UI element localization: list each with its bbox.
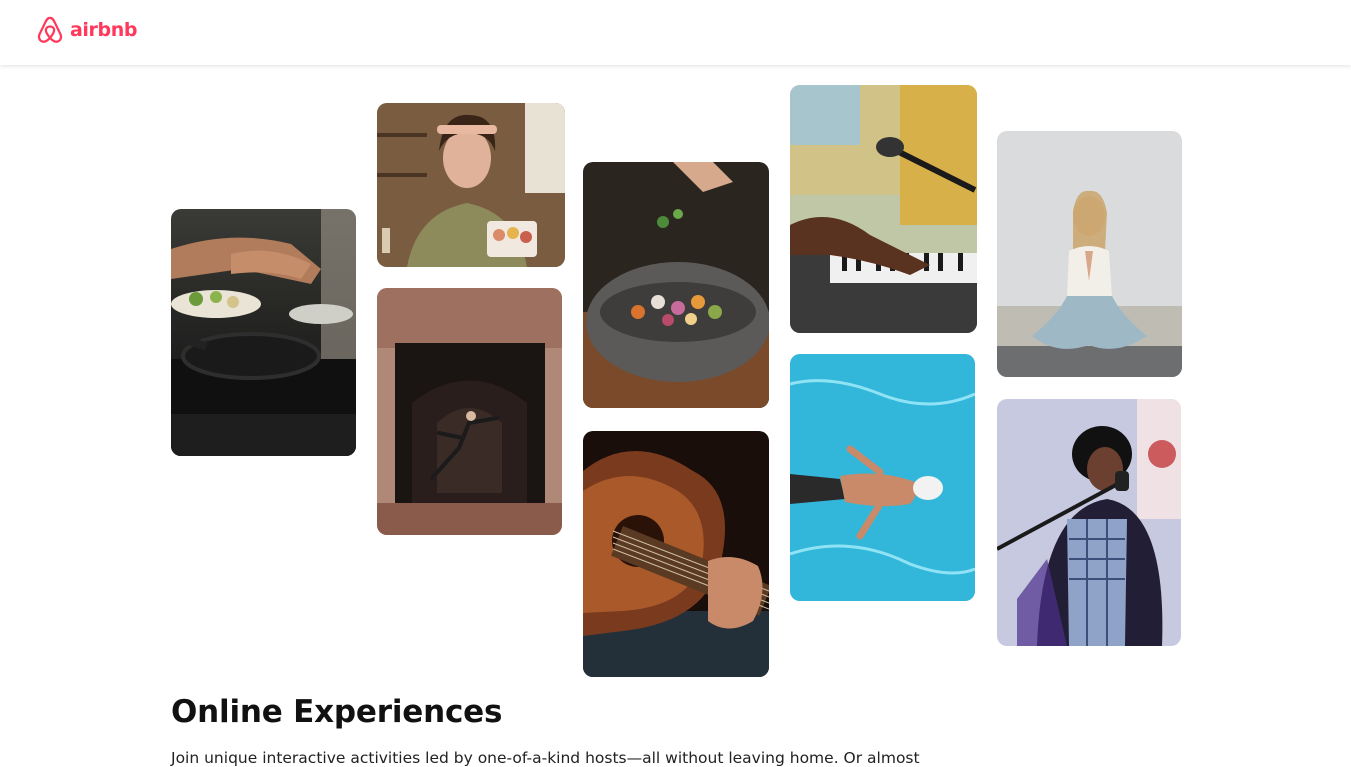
dancer-archway-photo[interactable] [377, 288, 562, 535]
airbnb-belo-icon [37, 16, 63, 43]
singer-photo[interactable] [997, 399, 1181, 646]
guitar-photo[interactable] [583, 431, 769, 677]
keyboard-microphone-photo[interactable] [790, 85, 977, 333]
yoga-photo[interactable] [997, 131, 1182, 377]
swimmer-photo[interactable] [790, 354, 975, 601]
page-subtitle: Join unique interactive activities led b… [171, 749, 920, 767]
food-bowl-photo[interactable] [583, 162, 769, 408]
brand-wordmark: airbnb [70, 19, 138, 41]
airbnb-logo[interactable]: airbnb [35, 14, 137, 46]
baking-host-photo[interactable] [377, 103, 565, 267]
cooking-class-photo[interactable] [171, 209, 356, 456]
top-navbar: airbnb [0, 0, 1351, 65]
page-title: Online Experiences [171, 694, 503, 730]
